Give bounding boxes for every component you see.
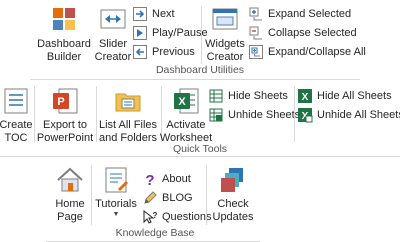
home-icon — [57, 167, 83, 192]
quick-tools-group: Create TOC P Export to PowerPoint List A… — [0, 80, 400, 156]
help-cursor-icon: ? — [143, 209, 158, 224]
play-pause-label: Play/Pause — [152, 27, 208, 39]
quick-tools-label: Quick Tools — [172, 143, 228, 155]
slider-creator-label-2: Creator — [94, 51, 132, 63]
next-button[interactable]: Next — [132, 6, 175, 22]
export-ppt-label-1: Export to — [42, 119, 88, 131]
blog-button[interactable]: BLOG — [142, 190, 193, 206]
dashboard-builder-label-2: Builder — [46, 51, 82, 63]
expand-selected-label: Expand Selected — [268, 8, 352, 20]
home-page-button[interactable]: Home Page — [52, 165, 88, 224]
next-icon — [133, 7, 147, 21]
tutorials-label: Tutorials — [95, 198, 137, 210]
unhide-sheets-button[interactable]: Unhide Sheets — [208, 107, 300, 123]
check-updates-button[interactable]: Check Updates — [210, 165, 256, 224]
expand-selected-button[interactable]: Expand Selected — [248, 6, 351, 22]
activate-worksheet-button[interactable]: X Activate Worksheet — [160, 86, 212, 145]
hide-sheets-label: Hide Sheets — [228, 90, 288, 102]
previous-button[interactable]: Previous — [132, 44, 195, 60]
about-label: About — [162, 173, 191, 185]
widgets-creator-label-2: Creator — [206, 51, 244, 63]
slider-creator-label-1: Slider — [98, 38, 128, 50]
collapse-icon — [249, 26, 262, 40]
expand-icon — [249, 7, 262, 21]
svg-text:X: X — [302, 92, 309, 103]
excel-icon: X — [174, 88, 199, 114]
collapse-selected-button[interactable]: Collapse Selected — [248, 25, 357, 41]
tutorials-button[interactable]: Tutorials ▼ — [93, 165, 139, 219]
previous-icon — [133, 45, 147, 59]
home-page-label-2: Page — [57, 211, 83, 223]
pencil-icon — [144, 191, 157, 204]
svg-text:X: X — [178, 96, 186, 108]
export-to-powerpoint-button[interactable]: P Export to PowerPoint — [37, 86, 93, 145]
next-label: Next — [152, 8, 175, 20]
hide-sheet-icon — [209, 89, 223, 103]
question-mark-icon: ? — [145, 172, 154, 187]
home-page-label-1: Home — [55, 198, 85, 210]
slider-creator-button[interactable]: Slider Creator — [94, 5, 132, 64]
dashboard-builder-label-1: Dashboard — [37, 38, 91, 50]
list-files-label-1: List All Files — [98, 119, 158, 131]
unhide-all-sheets-icon: X — [298, 108, 313, 123]
chevron-down-icon: ▼ — [112, 211, 120, 218]
powerpoint-icon: P — [53, 88, 78, 114]
update-stack-icon — [221, 168, 243, 192]
list-all-files-button[interactable]: List All Files and Folders — [98, 86, 158, 145]
collapse-selected-label: Collapse Selected — [268, 27, 357, 39]
divider — [96, 86, 97, 142]
create-toc-label-1: Create — [0, 119, 33, 131]
play-pause-icon — [133, 26, 147, 40]
create-toc-button[interactable]: Create TOC — [0, 86, 33, 145]
export-ppt-label-2: PowerPoint — [36, 132, 94, 144]
unhide-sheet-icon — [209, 108, 223, 122]
about-button[interactable]: ? About — [142, 171, 191, 187]
hide-all-sheets-button[interactable]: X Hide All Sheets — [297, 88, 392, 104]
previous-label: Previous — [152, 46, 195, 58]
dashboard-builder-button[interactable]: Dashboard Builder — [36, 5, 92, 64]
svg-text:P: P — [57, 96, 64, 108]
widgets-icon — [212, 8, 238, 30]
toc-icon — [4, 88, 28, 114]
unhide-sheets-label: Unhide Sheets — [228, 109, 301, 121]
create-toc-label-2: TOC — [4, 132, 28, 144]
questions-button[interactable]: ? Questions — [142, 209, 212, 225]
hide-all-sheets-label: Hide All Sheets — [317, 90, 392, 102]
dashboard-utilities-label: Dashboard Utilities — [155, 64, 245, 76]
activate-ws-label-1: Activate — [166, 119, 206, 131]
divider — [34, 86, 35, 142]
expand-collapse-all-button[interactable]: Expand/Collapse All — [248, 44, 366, 60]
unhide-all-sheets-button[interactable]: X Unhide All Sheets — [297, 107, 400, 123]
widgets-creator-button[interactable]: Widgets Creator — [204, 5, 246, 64]
divider — [206, 165, 207, 225]
blog-label: BLOG — [162, 192, 193, 204]
hide-sheets-button[interactable]: Hide Sheets — [208, 88, 288, 104]
widgets-creator-label-1: Widgets — [205, 38, 245, 50]
svg-text:?: ? — [145, 172, 154, 187]
unhide-all-sheets-label: Unhide All Sheets — [317, 109, 400, 121]
expand-collapse-all-label: Expand/Collapse All — [268, 46, 366, 58]
dashboard-grid-icon — [53, 8, 75, 30]
hide-all-sheets-icon: X — [298, 89, 312, 103]
divider — [294, 86, 295, 142]
dashboard-utilities-group: Dashboard Builder Slider Creator Next Pl… — [0, 0, 400, 80]
tutorials-icon — [105, 167, 128, 193]
knowledge-base-group: Home Page Tutorials ▼ ? About BLOG ? Que… — [0, 157, 400, 242]
questions-label: Questions — [162, 211, 212, 223]
check-updates-label-1: Check — [217, 198, 249, 210]
folder-icon — [115, 93, 141, 112]
divider — [91, 165, 92, 225]
check-updates-label-2: Updates — [212, 211, 254, 223]
expand-collapse-all-icon — [249, 45, 263, 59]
play-pause-button[interactable]: Play/Pause — [132, 25, 208, 41]
knowledge-base-label: Knowledge Base — [115, 227, 195, 239]
svg-text:?: ? — [153, 211, 158, 220]
slider-icon — [100, 9, 126, 29]
divider — [201, 6, 202, 64]
